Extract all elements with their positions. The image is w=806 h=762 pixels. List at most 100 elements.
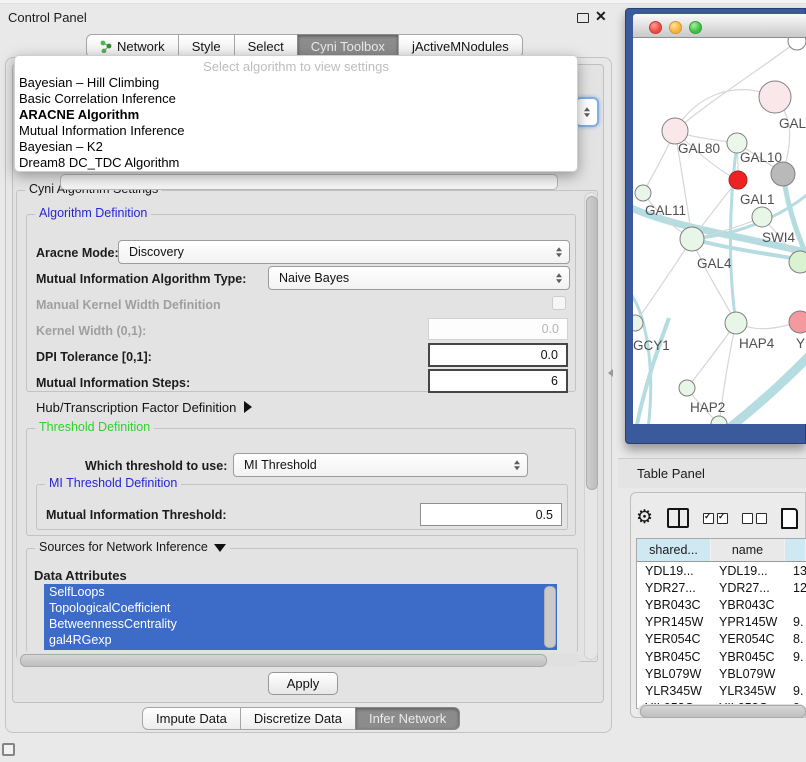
scrollbar-thumb[interactable] (640, 705, 806, 718)
table-row[interactable]: YBR045CYBR045C9. (637, 648, 806, 665)
scrollbar-thumb[interactable] (586, 196, 598, 490)
tab-label: Network (117, 39, 165, 54)
data-attributes-list[interactable]: SelfLoopsTopologicalCoefficientBetweenne… (44, 584, 557, 650)
minimize-window-button[interactable] (669, 21, 682, 34)
network-graph: GALGAL80GAL10GAL1GAL11SWI4GAL4GCY1HAP4YH… (633, 38, 806, 424)
attribute-item[interactable]: SelfLoops (44, 584, 557, 600)
network-node-hap4[interactable] (725, 312, 747, 334)
mi-steps-value: 6 (551, 374, 558, 388)
float-window-icon[interactable] (577, 13, 589, 23)
table-cell: YDR27... (711, 581, 785, 595)
tab-label: Impute Data (156, 711, 227, 726)
network-node[interactable] (771, 162, 795, 186)
apply-button[interactable]: Apply (268, 672, 338, 695)
split-view-icon[interactable] (667, 508, 689, 528)
collapse-arrow-icon[interactable] (214, 544, 226, 552)
node-label: GAL4 (697, 256, 732, 271)
column-header[interactable]: shared... (637, 539, 711, 561)
network-node-gal[interactable] (759, 81, 791, 113)
network-node-gal1[interactable] (752, 207, 772, 227)
algorithm-dropdown-popup: Select algorithm to view settings Bayesi… (14, 55, 578, 172)
dropdown-item[interactable]: Dream8 DC_TDC Algorithm (15, 155, 577, 171)
gear-icon[interactable]: ⚙ (636, 508, 653, 528)
table-row[interactable]: YER054CYER054C8. (637, 631, 806, 648)
table-row[interactable]: YDR27...YDR27...12 (637, 579, 806, 596)
aracne-mode-combobox[interactable]: Discovery (118, 240, 570, 264)
spinner-arrows-icon (556, 273, 562, 283)
tab-discretize-data[interactable]: Discretize Data (240, 707, 356, 730)
table-cell: YLR345W (711, 684, 785, 698)
kernel-width-field[interactable]: 0.0 (428, 318, 568, 340)
mi-steps-field[interactable]: 6 (428, 369, 568, 393)
hub-transcription-factor-section[interactable]: Hub/Transcription Factor Definition (36, 400, 252, 415)
tab-label: Infer Network (369, 711, 446, 726)
table-row[interactable]: YDL19...YDL19...13 (637, 562, 806, 579)
panel-divider-grip[interactable] (608, 369, 613, 377)
dpi-tolerance-label: DPI Tolerance [0,1]: (36, 350, 152, 364)
settings-horizontal-scrollbar[interactable] (16, 653, 580, 666)
network-node[interactable] (711, 416, 727, 424)
mi-threshold-field[interactable]: 0.5 (420, 503, 562, 526)
dropdown-item[interactable]: Bayesian – K2 (15, 139, 577, 155)
close-window-button[interactable] (649, 21, 662, 34)
zoom-window-button[interactable] (689, 21, 702, 34)
attribute-item[interactable]: gal4RGexp (44, 632, 557, 648)
close-icon[interactable]: ✕ (595, 8, 607, 25)
which-threshold-combobox[interactable]: MI Threshold (233, 453, 528, 477)
network-node-y[interactable] (789, 311, 806, 333)
table-row[interactable]: YBR043CYBR043C (637, 596, 806, 613)
expand-arrow-icon[interactable] (244, 401, 252, 413)
select-columns-icon[interactable] (703, 513, 728, 524)
export-table-icon[interactable] (781, 508, 798, 529)
column-header[interactable]: name (711, 539, 785, 561)
dropdown-item[interactable]: ARACNE Algorithm (15, 107, 577, 123)
table-cell: 12 (785, 581, 806, 595)
network-node-swi4[interactable] (789, 251, 806, 273)
dropdown-item[interactable]: Mutual Information Inference (15, 123, 577, 139)
table-row[interactable]: YBL079WYBL079W (637, 665, 806, 682)
list-scrollbar-thumb[interactable] (544, 586, 556, 648)
column-header[interactable] (785, 539, 806, 561)
table-panel-header: Table Panel (618, 458, 806, 488)
table-horizontal-scrollbar[interactable] (638, 704, 806, 717)
table-cell: YBR043C (711, 598, 785, 612)
table-cell: YLR345W (637, 684, 711, 698)
settings-vertical-scrollbar[interactable] (584, 192, 598, 660)
network-node-gal11[interactable] (635, 185, 651, 201)
manual-kernel-width-checkbox[interactable] (552, 296, 566, 310)
hub-section-label: Hub/Transcription Factor Definition (36, 400, 236, 415)
mi-algorithm-type-label: Mutual Information Algorithm Type: (36, 272, 246, 286)
tab-infer-network[interactable]: Infer Network (355, 707, 460, 730)
sources-title: Sources for Network Inference (35, 540, 230, 554)
table-row[interactable]: YPR145WYPR145W9. (637, 614, 806, 631)
mi-algorithm-type-value: Naive Bayes (279, 271, 349, 285)
table-row[interactable]: YLR345WYLR345W9. (637, 682, 806, 699)
table-cell: YBL079W (711, 667, 785, 681)
network-node[interactable] (788, 38, 806, 50)
table-cell: YDR27... (637, 581, 711, 595)
network-canvas[interactable]: GALGAL80GAL10GAL1GAL11SWI4GAL4GCY1HAP4YH… (633, 38, 806, 424)
tab-label: Cyni Toolbox (311, 39, 385, 54)
attribute-item[interactable]: BetweennessCentrality (44, 616, 557, 632)
manual-kernel-width-label: Manual Kernel Width Definition (36, 298, 221, 312)
node-table: shared...name YDL19...YDL19...13YDR27...… (636, 538, 806, 709)
scrollbar-thumb[interactable] (20, 654, 547, 667)
dropdown-item[interactable]: Basic Correlation Inference (15, 91, 577, 107)
network-node[interactable] (729, 171, 747, 189)
attribute-item[interactable]: TopologicalCoefficient (44, 600, 557, 616)
algorithm-definition-title: Algorithm Definition (35, 206, 151, 220)
table-cell: 9. (785, 650, 806, 664)
network-node-hap2[interactable] (679, 380, 695, 396)
network-node-gal4[interactable] (680, 227, 704, 251)
collapsed-panel-icon[interactable] (2, 743, 15, 756)
dropdown-item[interactable]: Bayesian – Hill Climbing (15, 75, 577, 91)
mi-algorithm-type-combobox[interactable]: Naive Bayes (268, 266, 570, 290)
deselect-columns-icon[interactable] (742, 513, 767, 524)
network-window-titlebar[interactable] (633, 14, 806, 38)
spinner-arrows-icon (584, 107, 590, 117)
mi-threshold-value: 0.5 (536, 508, 553, 522)
tab-impute-data[interactable]: Impute Data (142, 707, 241, 730)
node-label: GAL1 (740, 192, 775, 207)
tab-label: Discretize Data (254, 711, 342, 726)
dpi-tolerance-field[interactable]: 0.0 (428, 343, 568, 367)
